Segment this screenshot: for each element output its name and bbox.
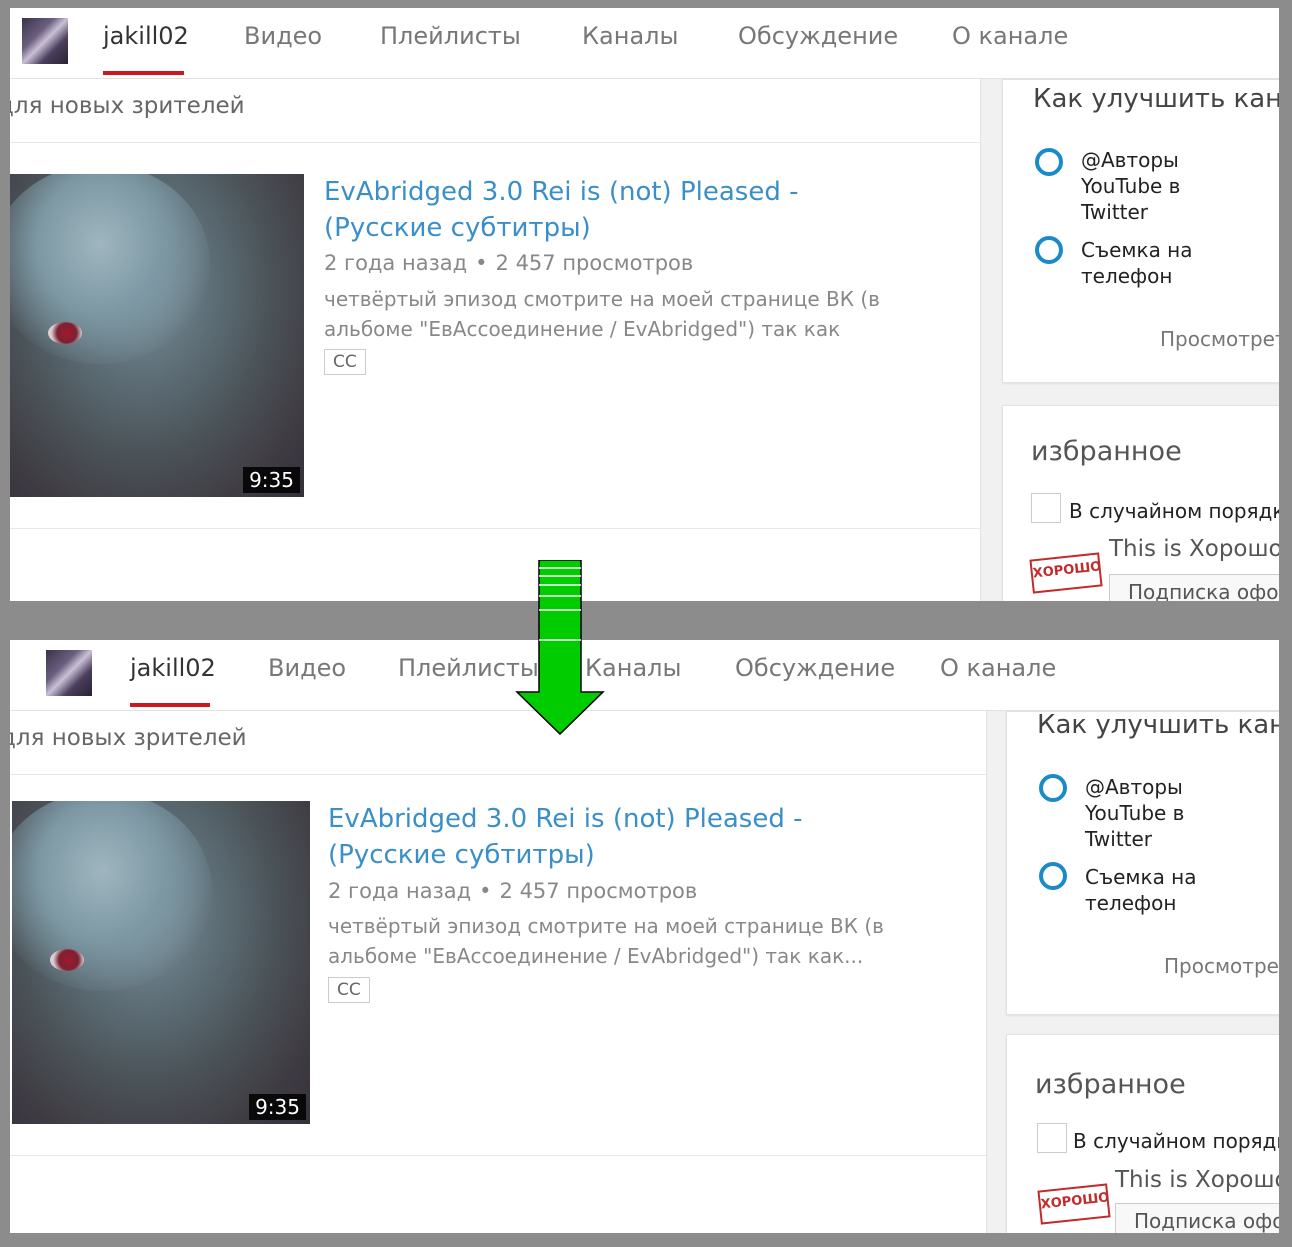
channel-name-tab[interactable]: jakill02 xyxy=(130,654,216,682)
video-age: 2 года назад xyxy=(324,251,468,275)
channel-avatar[interactable] xyxy=(46,650,92,696)
playlist-logo[interactable]: ХОРОШО xyxy=(1029,552,1103,594)
tab-discussion[interactable]: Обсуждение xyxy=(738,22,898,50)
video-meta: 2 года назад • 2 457 просмотров xyxy=(328,879,697,903)
video-title-link[interactable]: EvAbridged 3.0 Rei is (not) Pleased - (Р… xyxy=(328,801,928,873)
playlist-title-link[interactable]: This is Хорошо xyxy=(1109,536,1279,562)
channel-navbar: jakill02 Видео Плейлисты Каналы Обсужден… xyxy=(10,640,1279,711)
video-age: 2 года назад xyxy=(328,879,472,903)
video-thumbnail[interactable]: 9:35 xyxy=(12,801,310,1124)
channel-navbar: jakill02 Видео Плейлисты Каналы Обсужден… xyxy=(10,8,1279,79)
down-arrow-icon xyxy=(515,560,605,735)
section-title: для новых зрителей xyxy=(10,725,247,751)
video-description: четвёртый эпизод смотрите на моей страни… xyxy=(328,914,884,968)
view-all-link[interactable]: Просмотрет xyxy=(1164,954,1279,978)
shuffle-checkbox[interactable] xyxy=(1031,493,1061,523)
tab-videos[interactable]: Видео xyxy=(244,22,322,50)
improve-channel-card: Как улучшить кан @Авторы YouTube в Twitt… xyxy=(1006,711,1279,1015)
video-views: 2 457 просмотров xyxy=(495,251,694,275)
screenshot-after: jakill02 Видео Плейлисты Каналы Обсужден… xyxy=(10,640,1279,1233)
divider xyxy=(10,528,980,529)
improve-link-twitter[interactable]: @Авторы YouTube в Twitter xyxy=(1085,774,1225,852)
active-tab-underline xyxy=(130,703,210,707)
bullet-icon xyxy=(1035,236,1063,264)
shuffle-label: В случайном порядк xyxy=(1073,1129,1279,1153)
thumbnail-eye xyxy=(50,949,84,971)
tab-channels[interactable]: Каналы xyxy=(582,22,678,50)
main-content: для новых зрителей 9:35 EvAbridged 3.0 R… xyxy=(10,711,987,1233)
video-meta: 2 года назад • 2 457 просмотров xyxy=(324,251,693,275)
favorites-card: избранное В случайном порядк ХОРОШО This… xyxy=(1006,1034,1279,1233)
divider xyxy=(10,1155,986,1156)
video-views: 2 457 просмотров xyxy=(499,879,698,903)
main-content: для новых зрителей 9:35 EvAbridged 3.0 R… xyxy=(10,79,981,601)
improve-link-phone[interactable]: Съемка на телефон xyxy=(1081,237,1221,289)
improve-channel-card: Как улучшить кан @Авторы YouTube в Twitt… xyxy=(1002,79,1279,383)
thumbnail-art xyxy=(10,174,210,364)
thumbnail-art xyxy=(12,801,212,991)
arrow-shape xyxy=(515,560,605,735)
thumbnail-eye xyxy=(48,322,82,344)
view-all-link[interactable]: Просмотрет xyxy=(1160,327,1279,351)
shuffle-label: В случайном порядк xyxy=(1069,499,1279,523)
bullet-icon xyxy=(1039,862,1067,890)
shuffle-checkbox[interactable] xyxy=(1037,1123,1067,1153)
tab-playlists[interactable]: Плейлисты xyxy=(380,22,521,50)
playlist-logo[interactable]: ХОРОШО xyxy=(1037,1183,1111,1225)
meta-separator: • xyxy=(475,251,488,275)
bullet-icon xyxy=(1035,148,1063,176)
video-thumbnail[interactable]: 9:35 xyxy=(10,174,304,497)
improve-link-phone[interactable]: Съемка на телефон xyxy=(1085,864,1225,916)
tab-discussion[interactable]: Обсуждение xyxy=(735,654,895,682)
tab-videos[interactable]: Видео xyxy=(268,654,346,682)
tab-about[interactable]: О канале xyxy=(940,654,1056,682)
favorites-title: избранное xyxy=(1031,436,1182,467)
cc-badge: CC xyxy=(324,349,366,375)
video-duration: 9:35 xyxy=(243,467,300,493)
cc-badge: CC xyxy=(328,977,370,1003)
improve-card-title: Как улучшить кан xyxy=(1037,711,1279,740)
favorites-card: избранное В случайном порядк ХОРОШО This… xyxy=(1002,405,1279,601)
video-title-link[interactable]: EvAbridged 3.0 Rei is (not) Pleased - (Р… xyxy=(324,174,924,246)
subscribe-button[interactable]: Подписка офо xyxy=(1115,1203,1279,1233)
section-title: для новых зрителей xyxy=(10,93,245,119)
improve-card-title: Как улучшить кан xyxy=(1033,84,1279,114)
video-description: четвёртый эпизод смотрите на моей страни… xyxy=(324,287,880,341)
channel-avatar[interactable] xyxy=(22,18,68,64)
playlist-title-link[interactable]: This is Хорошо xyxy=(1115,1167,1279,1193)
bullet-icon xyxy=(1039,774,1067,802)
video-duration: 9:35 xyxy=(249,1094,306,1120)
channel-name-tab[interactable]: jakill02 xyxy=(103,22,189,50)
subscribe-button[interactable]: Подписка офо xyxy=(1109,574,1279,601)
divider xyxy=(10,142,980,143)
active-tab-underline xyxy=(103,71,184,75)
improve-link-twitter[interactable]: @Авторы YouTube в Twitter xyxy=(1081,147,1221,225)
divider xyxy=(10,774,986,775)
favorites-title: избранное xyxy=(1035,1069,1186,1100)
tab-about[interactable]: О канале xyxy=(952,22,1068,50)
screenshot-before: jakill02 Видео Плейлисты Каналы Обсужден… xyxy=(10,8,1279,601)
meta-separator: • xyxy=(479,879,492,903)
